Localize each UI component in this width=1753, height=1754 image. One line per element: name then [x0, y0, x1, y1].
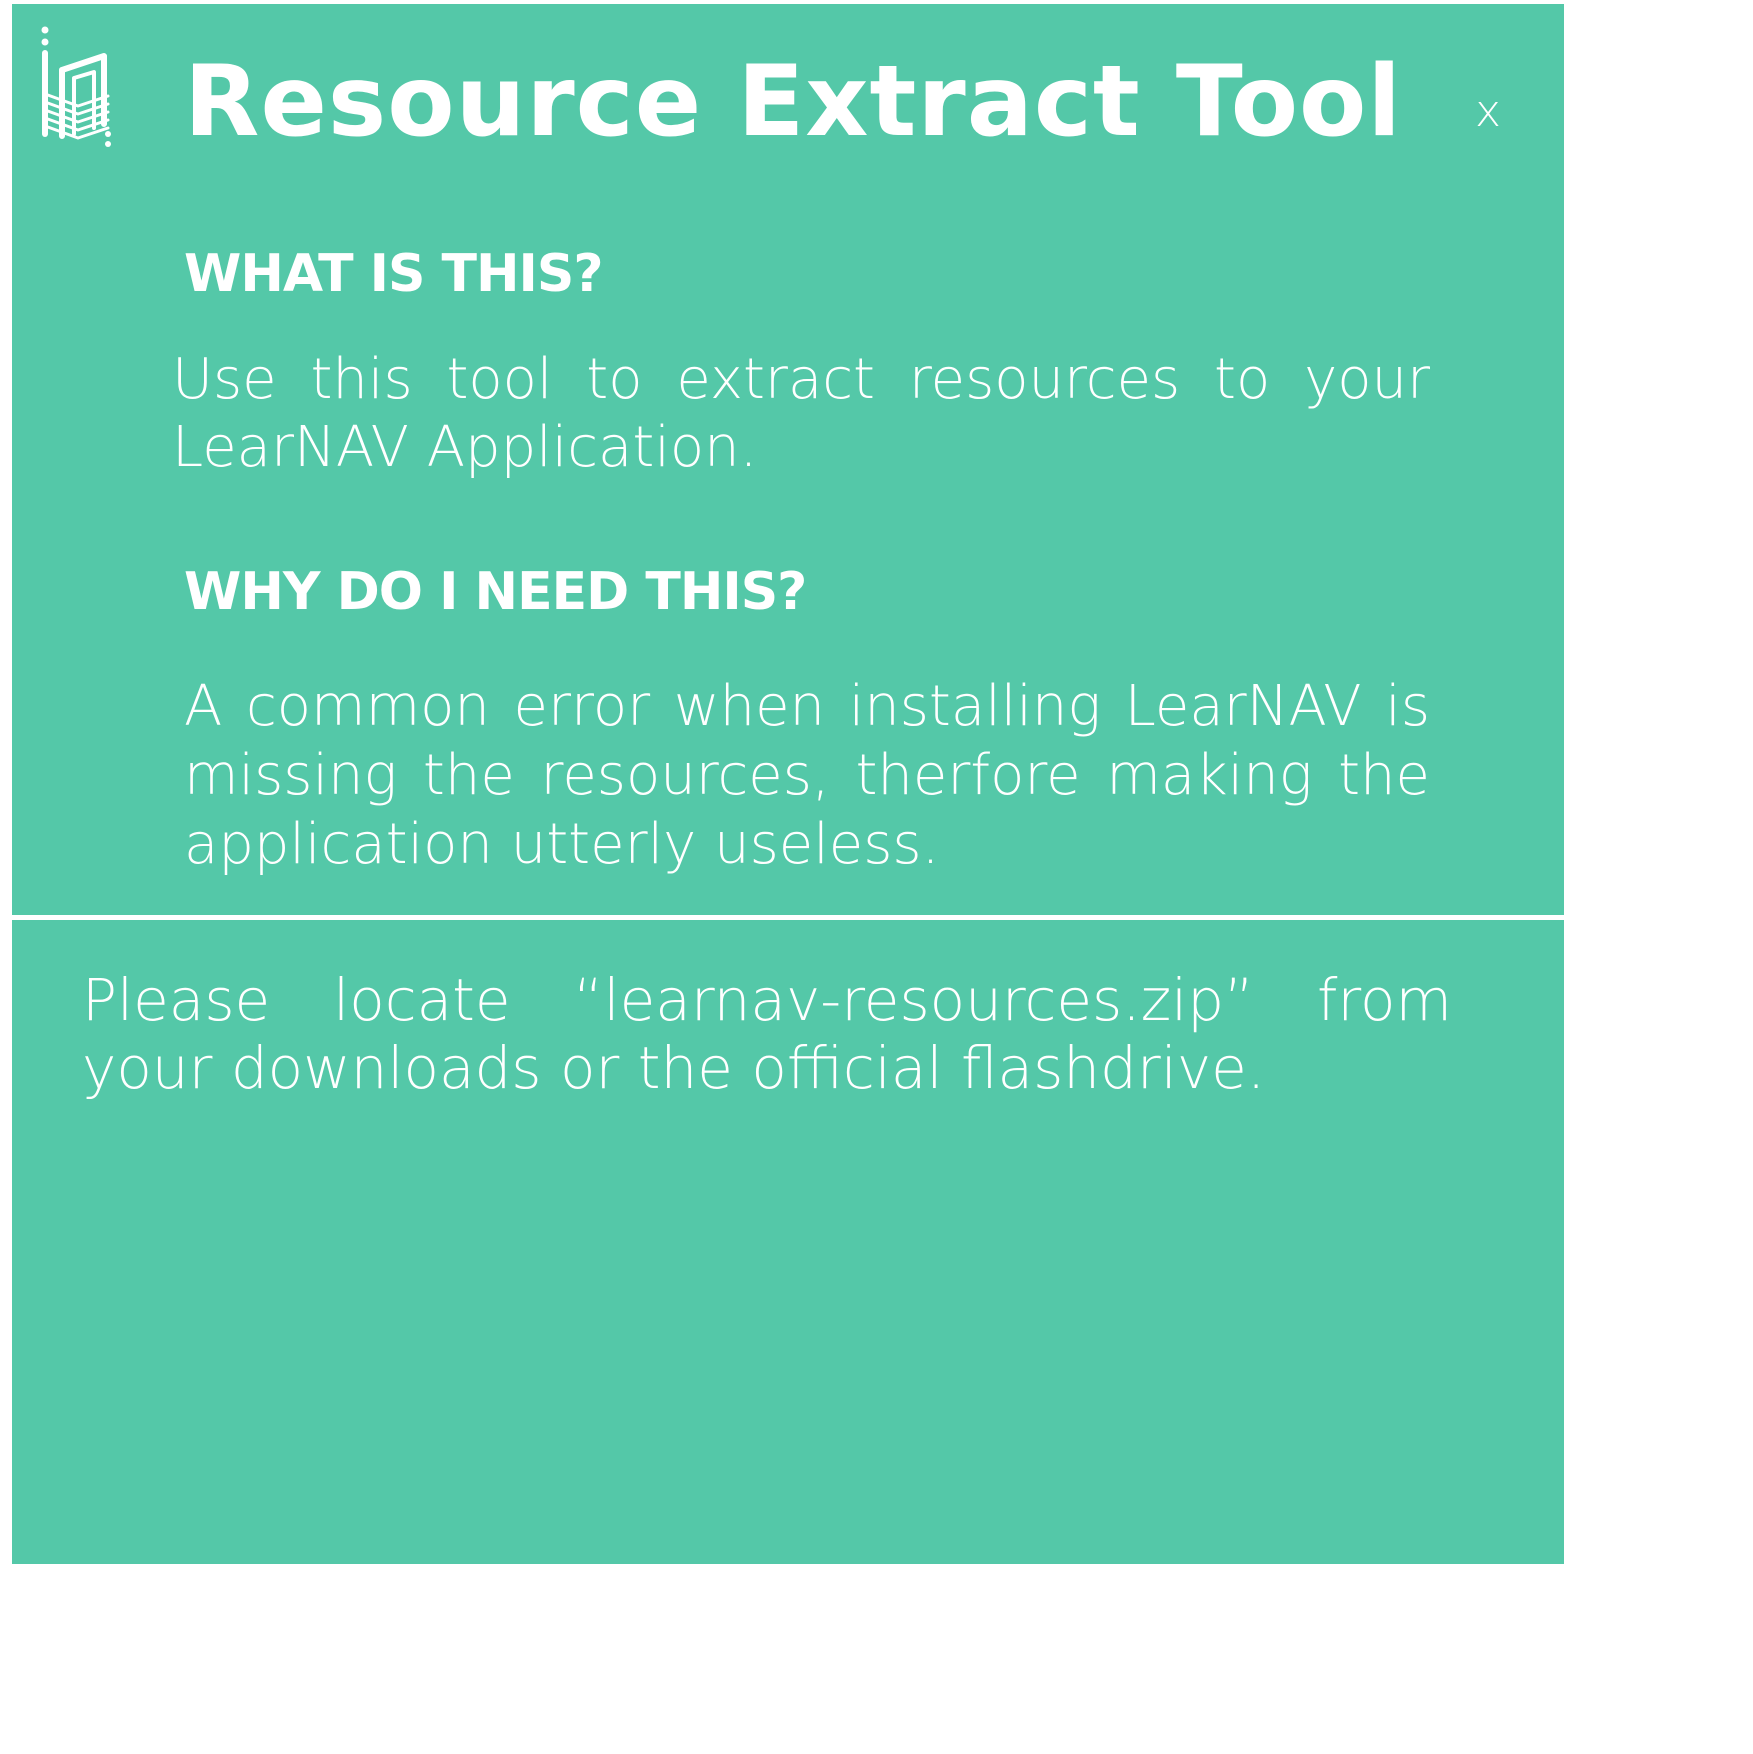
learnav-logo-icon — [38, 22, 112, 148]
what-is-this-text: Use this tool to extract resources to yo… — [172, 347, 1430, 480]
resource-extract-window: Resource Extract Tool x WHAT IS THIS? Us… — [12, 4, 1564, 1564]
why-need-this-text: A common error when installing LearNAV i… — [184, 674, 1430, 877]
app-title: Resource Extract Tool — [184, 45, 1402, 159]
section-divider — [12, 915, 1564, 920]
what-is-this-heading: WHAT IS THIS? — [184, 244, 604, 304]
locate-file-instruction: Please locate “learnav-resources.zip” fr… — [82, 966, 1452, 1102]
close-button[interactable]: x — [1460, 84, 1516, 140]
why-need-this-heading: WHY DO I NEED THIS? — [184, 562, 807, 622]
